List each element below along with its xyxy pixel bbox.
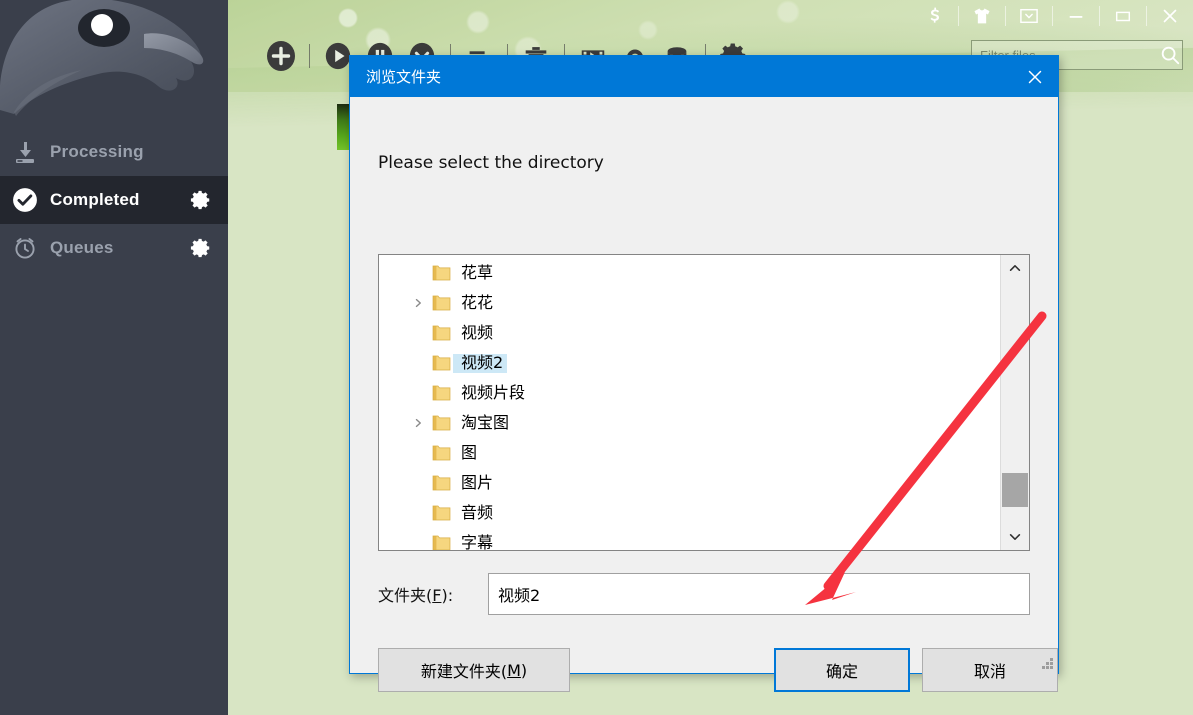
- tree-item[interactable]: 图片: [379, 468, 1000, 498]
- folder-tree-box: 花草花花视频视频2 视频片段淘宝图图图片音频字幕: [378, 254, 1030, 551]
- dialog-titlebar: 浏览文件夹: [350, 56, 1058, 97]
- download-icon: [10, 137, 40, 167]
- tree-item-label: 音频: [461, 502, 494, 522]
- chevron-right-icon[interactable]: [407, 412, 429, 434]
- tree-item-label: 图: [461, 442, 478, 462]
- folder-field-row: 文件夹(F):: [378, 572, 1030, 616]
- sidebar-item-label: Completed: [50, 190, 140, 209]
- tree-item[interactable]: 图: [379, 438, 1000, 468]
- tray-button[interactable]: [1006, 0, 1052, 32]
- ok-button[interactable]: 确定: [774, 648, 910, 692]
- tree-item[interactable]: 花花: [379, 288, 1000, 318]
- tree-item-label: 字幕: [461, 532, 494, 550]
- tree-item-label: 淘宝图: [461, 412, 510, 432]
- scrollbar-thumb[interactable]: [1002, 473, 1028, 507]
- tree-item[interactable]: 花草: [379, 258, 1000, 288]
- clock-icon: [10, 233, 40, 263]
- search-icon[interactable]: [1158, 44, 1182, 66]
- folder-name-input[interactable]: [488, 573, 1030, 615]
- folder-icon: [429, 475, 453, 491]
- sidebar-item-completed[interactable]: Completed: [0, 176, 228, 224]
- eagle-head-logo: [0, 0, 204, 116]
- folder-tree-scrollbar[interactable]: [1000, 255, 1029, 550]
- skins-button[interactable]: [959, 0, 1005, 32]
- tree-item[interactable]: 淘宝图: [379, 408, 1000, 438]
- window-controls: [912, 0, 1193, 32]
- sidebar-item-queues[interactable]: Queues: [0, 224, 228, 272]
- app-logo: [0, 0, 228, 128]
- dialog-title: 浏览文件夹: [366, 68, 442, 86]
- minimize-button[interactable]: [1053, 0, 1099, 32]
- check-circle-icon: [10, 185, 40, 215]
- tree-item-label: 视频片段: [461, 382, 526, 402]
- completed-settings-gear-icon[interactable]: [188, 187, 214, 213]
- folder-tree[interactable]: 花草花花视频视频2 视频片段淘宝图图图片音频字幕: [379, 255, 1000, 550]
- folder-icon: [429, 445, 453, 461]
- folder-icon: [429, 265, 453, 281]
- folder-icon: [429, 385, 453, 401]
- folder-label-tail: ):: [441, 586, 454, 605]
- folder-label-text: 文件夹(: [378, 586, 433, 605]
- dialog-prompt: Please select the directory: [378, 153, 604, 173]
- dialog-button-row: 新建文件夹(M) 确定 取消: [378, 648, 1058, 692]
- close-button[interactable]: [1147, 0, 1193, 32]
- chevron-down-icon[interactable]: [1001, 524, 1030, 550]
- new-folder-label: 新建文件夹(: [420, 662, 508, 681]
- cancel-button[interactable]: 取消: [922, 648, 1058, 692]
- toolbar-separator: [309, 44, 310, 68]
- sidebar-item-processing[interactable]: Processing: [0, 128, 228, 176]
- sidebar: Processing Completed Queues: [0, 0, 228, 715]
- sidebar-item-label: Queues: [50, 238, 114, 257]
- tree-item-label: 视频: [461, 322, 494, 342]
- tree-item[interactable]: 视频片段: [379, 378, 1000, 408]
- tree-item-label: 视频2: [453, 353, 508, 373]
- tree-item[interactable]: 音频: [379, 498, 1000, 528]
- folder-icon: [429, 355, 453, 371]
- tree-item-label: 图片: [461, 472, 494, 492]
- dialog-body: Please select the directory 花草花花视频视频2 视频片…: [350, 97, 1058, 692]
- folder-icon: [429, 535, 453, 550]
- chevron-right-icon[interactable]: [407, 292, 429, 314]
- browse-folder-dialog: 浏览文件夹 Please select the directory 花草花花视频…: [349, 55, 1059, 692]
- new-folder-accesskey: M: [507, 660, 521, 680]
- folder-icon: [429, 295, 453, 311]
- sidebar-item-label: Processing: [50, 142, 144, 161]
- new-folder-button[interactable]: 新建文件夹(M): [378, 648, 570, 692]
- chevron-up-icon[interactable]: [1001, 255, 1030, 281]
- tree-item[interactable]: 视频2: [379, 348, 1000, 378]
- queues-settings-gear-icon[interactable]: [188, 235, 214, 261]
- resize-grip-icon[interactable]: [1040, 656, 1054, 670]
- folder-icon: [429, 325, 453, 341]
- folder-field-label: 文件夹(F):: [378, 582, 488, 606]
- add-download-button[interactable]: [260, 35, 302, 77]
- tree-item-label: 花花: [461, 292, 494, 312]
- tree-item[interactable]: 视频: [379, 318, 1000, 348]
- folder-icon: [429, 415, 453, 431]
- folder-icon: [429, 505, 453, 521]
- tree-item-label: 花草: [461, 262, 494, 282]
- new-folder-label-tail: ): [520, 660, 528, 680]
- donate-button[interactable]: [912, 0, 958, 32]
- maximize-button[interactable]: [1100, 0, 1146, 32]
- tree-item[interactable]: 字幕: [379, 528, 1000, 550]
- dialog-close-button[interactable]: [1012, 56, 1058, 97]
